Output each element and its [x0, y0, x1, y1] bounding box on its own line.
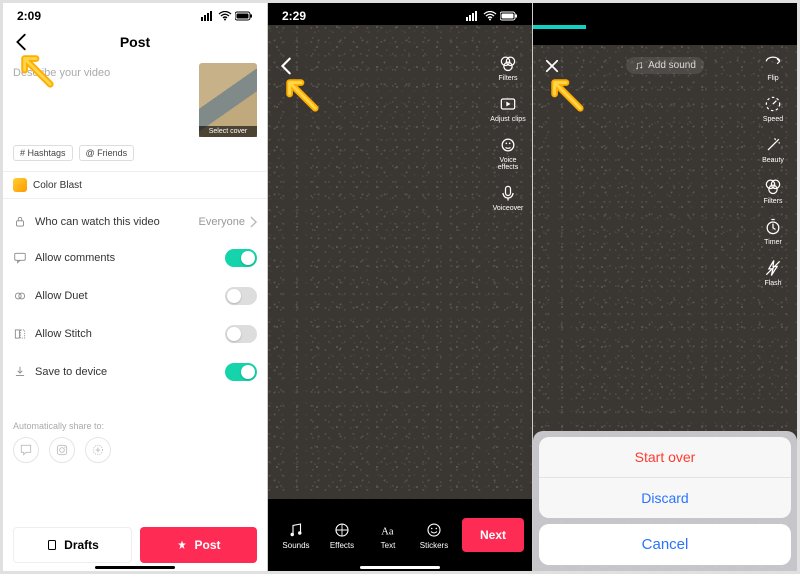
voice-effects-icon: [498, 135, 518, 155]
duet-label: Allow Duet: [35, 290, 88, 302]
save-toggle[interactable]: [225, 363, 257, 381]
save-label: Save to device: [35, 366, 107, 378]
cover-thumbnail[interactable]: Select cover: [199, 63, 257, 137]
voiceover-button[interactable]: Voiceover: [490, 183, 526, 212]
friends-button[interactable]: @ Friends: [79, 145, 135, 161]
stitch-toggle[interactable]: [225, 325, 257, 343]
phone-edit-screen: 2:29 Filters Adjust clips Voice effects: [267, 3, 532, 571]
record-progress: [533, 25, 586, 29]
effects-button[interactable]: Effects: [322, 521, 362, 550]
effect-row[interactable]: Color Blast: [13, 178, 257, 192]
phone-record-screen: Add sound Flip Speed Beauty Filters Time…: [532, 3, 797, 571]
status-bar: 2:29: [268, 3, 532, 25]
hashtags-button[interactable]: # Hashtags: [13, 145, 73, 161]
adjust-clips-icon: [498, 94, 518, 114]
duet-toggle[interactable]: [225, 287, 257, 305]
stickers-icon: [425, 521, 443, 539]
privacy-row[interactable]: Who can watch this video Everyone: [13, 205, 257, 239]
flash-icon: [763, 258, 783, 278]
speed-icon: [763, 94, 783, 114]
comments-toggle[interactable]: [225, 249, 257, 267]
flash-button[interactable]: Flash: [755, 258, 791, 287]
filters-icon: [498, 53, 518, 73]
status-bar: [533, 3, 797, 25]
page-title: Post: [120, 34, 150, 50]
back-button[interactable]: [11, 31, 33, 53]
discard-button[interactable]: Discard: [539, 477, 791, 518]
cancel-button[interactable]: Cancel: [539, 524, 791, 565]
comments-label: Allow comments: [35, 252, 115, 264]
drafts-icon: [46, 539, 58, 551]
effect-name: Color Blast: [33, 180, 82, 191]
next-button[interactable]: Next: [462, 518, 524, 552]
share-label: Automatically share to:: [13, 421, 257, 431]
drafts-button[interactable]: Drafts: [13, 527, 132, 563]
flip-button[interactable]: Flip: [755, 53, 791, 82]
text-icon: Aa: [379, 521, 397, 539]
text-button[interactable]: Aa Text: [368, 521, 408, 550]
privacy-value: Everyone: [199, 216, 245, 228]
back-button[interactable]: [276, 55, 298, 77]
flip-icon: [763, 53, 783, 73]
voiceover-icon: [498, 183, 518, 203]
screen-header: Post: [3, 25, 267, 59]
effect-icon: [13, 178, 27, 192]
lock-icon: [13, 215, 27, 229]
stickers-button[interactable]: Stickers: [414, 521, 454, 550]
duet-row: Allow Duet: [13, 277, 257, 315]
effects-icon: [333, 521, 351, 539]
close-icon: [543, 57, 561, 75]
adjust-clips-button[interactable]: Adjust clips: [490, 94, 526, 123]
status-bar: 2:09: [3, 3, 267, 25]
post-button[interactable]: Post: [140, 527, 257, 563]
duet-icon: [13, 289, 27, 303]
download-icon: [13, 365, 27, 379]
chevron-right-icon: [249, 216, 257, 228]
share-instagram-icon[interactable]: [49, 437, 75, 463]
filters-icon: [763, 176, 783, 196]
status-icons: [201, 11, 253, 21]
save-row: Save to device: [13, 353, 257, 391]
speed-button[interactable]: Speed: [755, 94, 791, 123]
share-more-icon[interactable]: [85, 437, 111, 463]
beauty-icon: [763, 135, 783, 155]
select-cover-label: Select cover: [199, 126, 257, 137]
status-icons: [466, 11, 518, 21]
share-message-icon[interactable]: [13, 437, 39, 463]
filters-button[interactable]: Filters: [490, 53, 526, 82]
comments-row: Allow comments: [13, 239, 257, 277]
phone-post-screen: 2:09 Post Describe your video Select cov…: [3, 3, 267, 571]
filters-button[interactable]: Filters: [755, 176, 791, 205]
stitch-label: Allow Stitch: [35, 328, 92, 340]
beauty-button[interactable]: Beauty: [755, 135, 791, 164]
timer-button[interactable]: Timer: [755, 217, 791, 246]
description-input[interactable]: Describe your video: [13, 63, 193, 137]
voice-effects-button[interactable]: Voice effects: [490, 135, 526, 171]
comment-icon: [13, 251, 27, 265]
stitch-icon: [13, 327, 27, 341]
privacy-label: Who can watch this video: [35, 216, 160, 228]
timer-icon: [763, 217, 783, 237]
add-sound-button[interactable]: Add sound: [626, 57, 704, 74]
sounds-button[interactable]: Sounds: [276, 521, 316, 550]
status-time: 2:09: [17, 9, 41, 23]
chevron-left-icon: [276, 55, 298, 77]
post-icon: [176, 539, 188, 551]
status-time: 2:29: [282, 9, 306, 23]
sounds-icon: [287, 521, 305, 539]
start-over-button[interactable]: Start over: [539, 437, 791, 477]
action-sheet: Start over Discard Cancel: [533, 431, 797, 571]
chevron-left-icon: [11, 31, 33, 53]
svg-text:Aa: Aa: [381, 526, 394, 537]
music-icon: [634, 61, 644, 71]
stitch-row: Allow Stitch: [13, 315, 257, 353]
close-button[interactable]: [543, 57, 561, 75]
